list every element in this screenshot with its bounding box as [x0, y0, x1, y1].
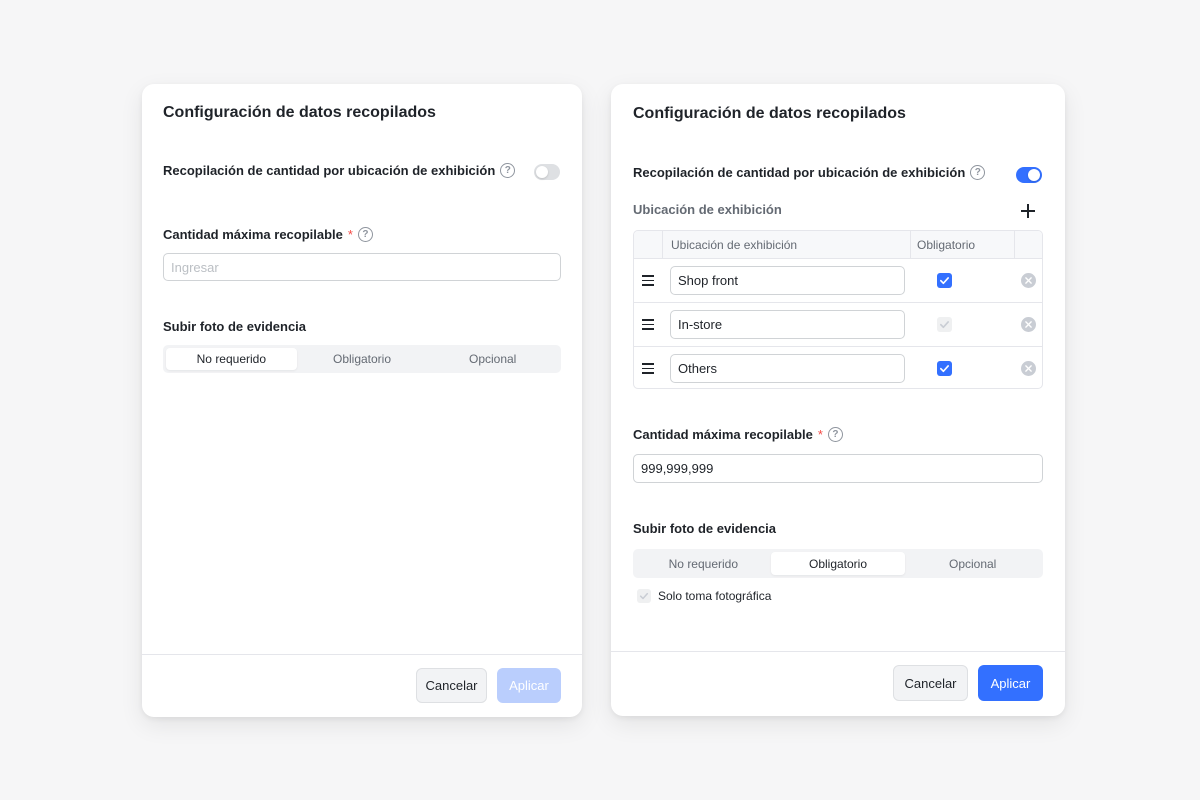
column-header-required: Obligatorio: [917, 238, 976, 252]
max-qty-input[interactable]: [633, 454, 1043, 483]
config-dialog-right: Configuración de datos recopilados Recop…: [611, 84, 1065, 716]
required-star: *: [817, 427, 823, 442]
remove-row-icon[interactable]: [1021, 361, 1036, 376]
location-name-input[interactable]: [670, 354, 905, 383]
table-row: [634, 347, 1042, 388]
collect-by-location-text: Recopilación de cantidad por ubicación d…: [163, 163, 496, 178]
help-icon[interactable]: ?: [357, 227, 373, 242]
location-name-input[interactable]: [670, 310, 905, 339]
footer-divider: [611, 651, 1065, 652]
photo-evidence-segmented: No requerido Obligatorio Opcional: [633, 549, 1043, 578]
remove-row-icon[interactable]: [1021, 317, 1036, 332]
toggle-knob: [536, 166, 548, 178]
seg-no-requerido[interactable]: No requerido: [636, 552, 771, 575]
collect-by-location-toggle[interactable]: [534, 164, 560, 180]
apply-button[interactable]: Aplicar: [497, 668, 561, 703]
column-header-location: Ubicación de exhibición: [671, 238, 798, 252]
seg-opcional[interactable]: Opcional: [905, 552, 1040, 575]
required-star: *: [347, 227, 353, 242]
locations-section-label: Ubicación de exhibición: [633, 202, 782, 217]
help-icon[interactable]: ?: [970, 165, 986, 180]
collect-by-location-label: Recopilación de cantidad por ubicación d…: [633, 165, 986, 180]
photo-evidence-label: Subir foto de evidencia: [633, 521, 777, 536]
collect-by-location-toggle[interactable]: [1016, 167, 1042, 183]
photo-evidence-label: Subir foto de evidencia: [163, 319, 307, 334]
table-row: [634, 303, 1042, 347]
photo-evidence-segmented: No requerido Obligatorio Opcional: [163, 345, 561, 373]
add-location-icon[interactable]: [1021, 204, 1035, 218]
max-qty-label: Cantidad máxima recopilable * ?: [163, 227, 373, 242]
help-icon[interactable]: ?: [827, 427, 843, 442]
drag-handle-icon[interactable]: [642, 319, 654, 330]
required-checkbox[interactable]: [937, 361, 952, 376]
collect-by-location-text: Recopilación de cantidad por ubicación d…: [633, 165, 966, 180]
only-camera-label: Solo toma fotográfica: [658, 589, 772, 603]
seg-opcional[interactable]: Opcional: [427, 348, 558, 370]
location-name-input[interactable]: [670, 266, 905, 295]
table-row: [634, 259, 1042, 303]
locations-table: Ubicación de exhibición Obligatorio: [633, 230, 1043, 389]
required-checkbox[interactable]: [937, 273, 952, 288]
required-checkbox-disabled: [937, 317, 952, 332]
dialog-title: Configuración de datos recopilados: [163, 104, 436, 121]
help-icon[interactable]: ?: [500, 163, 516, 178]
table-header: Ubicación de exhibición Obligatorio: [634, 231, 1042, 259]
column-divider: [910, 231, 911, 259]
max-qty-text: Cantidad máxima recopilable: [163, 227, 343, 242]
only-camera-checkbox: [637, 589, 651, 603]
max-qty-input[interactable]: [163, 253, 561, 281]
seg-obligatorio[interactable]: Obligatorio: [297, 348, 428, 370]
toggle-knob: [1028, 169, 1040, 181]
footer-divider: [142, 654, 582, 655]
config-dialog-left: Configuración de datos recopilados Recop…: [142, 84, 582, 717]
drag-handle-icon[interactable]: [642, 275, 654, 286]
cancel-button[interactable]: Cancelar: [893, 665, 968, 701]
column-divider: [1014, 231, 1015, 259]
dialog-title: Configuración de datos recopilados: [633, 105, 906, 122]
cancel-button[interactable]: Cancelar: [416, 668, 487, 703]
seg-no-requerido[interactable]: No requerido: [166, 348, 297, 370]
column-divider: [662, 231, 663, 259]
remove-row-icon[interactable]: [1021, 273, 1036, 288]
drag-handle-icon[interactable]: [642, 363, 654, 374]
apply-button[interactable]: Aplicar: [978, 665, 1043, 701]
seg-obligatorio[interactable]: Obligatorio: [770, 552, 906, 575]
collect-by-location-label: Recopilación de cantidad por ubicación d…: [163, 163, 516, 178]
max-qty-text: Cantidad máxima recopilable: [633, 427, 813, 442]
max-qty-label: Cantidad máxima recopilable * ?: [633, 427, 843, 442]
